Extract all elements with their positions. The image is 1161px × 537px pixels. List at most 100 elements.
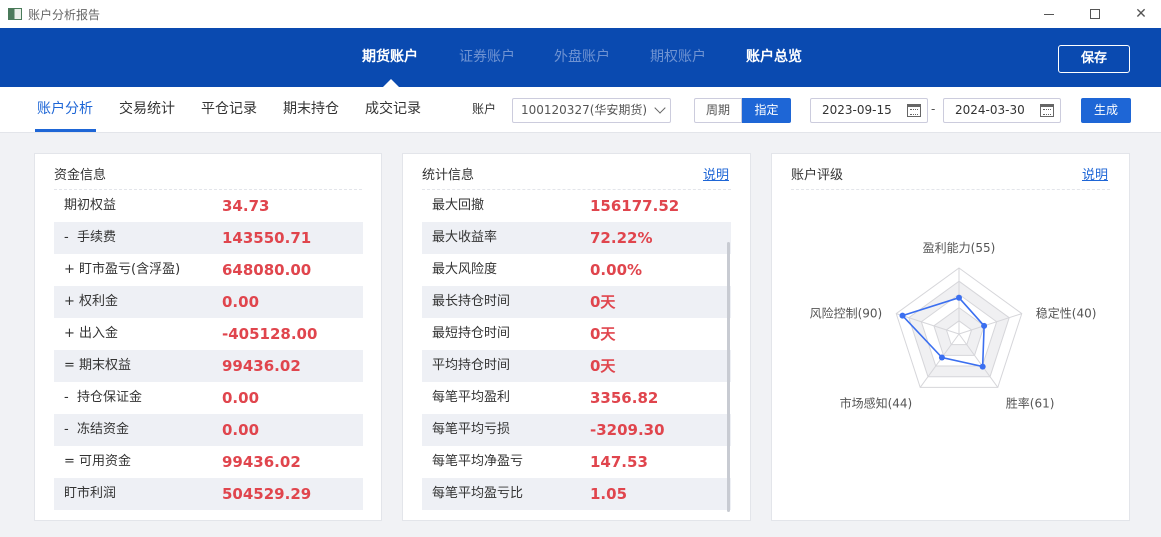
funds-row: - 持仓保证金 0.00 [54,382,363,414]
stats-row-value: 0天 [590,357,616,375]
radar-point [981,322,988,329]
stats-row-value: 1.05 [590,485,628,503]
funds-row-label: = 期末权益 [64,358,132,373]
start-date-value: 2023-09-15 [822,103,892,117]
stats-row: 最大收益率 72.22% [422,222,731,254]
maximize-icon [1090,9,1100,19]
funds-row-label: + 出入金 [64,326,119,341]
subtab-end-positions[interactable]: 期末持仓 [283,87,339,132]
card-header: 资金信息 [54,154,362,190]
account-label: 账户 [472,102,497,116]
rating-help-link[interactable]: 说明 [1082,164,1108,183]
tab-foreign-account[interactable]: 外盘账户 [554,28,610,87]
subtab-account-analysis[interactable]: 账户分析 [37,87,93,132]
subtab-trade-records[interactable]: 成交记录 [365,87,421,132]
radar-point [899,312,906,319]
funds-row-value: 99436.02 [222,357,301,375]
radar-axis-label: 盈利能力(55) [923,241,996,255]
calendar-icon[interactable] [1040,104,1054,117]
stats-row-label: 最大回撤 [432,198,485,213]
stats-scrollbar[interactable] [727,242,730,512]
funds-row-label: - 手续费 [64,230,116,245]
stats-row-value: -3209.30 [590,421,665,439]
stats-row: 每笔平均盈亏比 1.05 [422,478,731,510]
stats-card: 统计信息 说明 最大回撤 156177.52 最大收益率 72.22% 最大风险度 0.0… [402,153,751,521]
radar-point [938,354,945,361]
funds-row: - 手续费 143550.71 [54,222,363,254]
close-button[interactable]: ✕ [1118,0,1161,28]
tab-account-overview[interactable]: 账户总览 [746,28,802,87]
funds-card: 资金信息 期初权益 34.73 - 手续费 143550.71 + 盯市盈亏(含浮盈) 6… [34,153,382,521]
funds-row: - 冻结资金 0.00 [54,414,363,446]
save-button[interactable]: 保存 [1058,45,1130,73]
tab-options-account[interactable]: 期权账户 [650,28,706,87]
radar-axis-label: 风险控制(90) [810,306,883,321]
window-title: 账户分析报告 [28,7,101,22]
stats-row: 最大风险度 0.00% [422,254,731,286]
radar-axis-label: 市场感知(44) [840,395,913,410]
maximize-button[interactable] [1072,0,1118,28]
tab-securities-account[interactable]: 证券账户 [459,28,515,87]
period-toggle[interactable]: 周期 [694,98,742,123]
stats-row-value: 156177.52 [590,197,680,215]
stats-row-label: 最长持仓时间 [432,294,511,309]
radar-point [956,294,962,301]
app-icon [8,8,22,20]
funds-row: 盯市利润 504529.29 [54,478,363,510]
end-date-field[interactable]: 2024-03-30 [943,98,1061,123]
funds-row-value: 0.00 [222,389,260,407]
rating-card: 账户评级 说明 盈利能力(55) 稳定性(40) 胜率(61) 市场感知(44) 风险控… [771,153,1130,521]
start-date-field[interactable]: 2023-09-15 [810,98,928,123]
stats-row: 每笔平均亏损 -3209.30 [422,414,731,446]
subtab-close-records[interactable]: 平仓记录 [201,87,257,132]
stats-title: 统计信息 [422,168,475,183]
funds-row: = 期末权益 99436.02 [54,350,363,382]
account-select[interactable]: 100120327(华安期货) [512,98,671,123]
radar-axis-label: 胜率(61) [1006,395,1055,410]
funds-row-value: -405128.00 [222,325,318,343]
card-header: 统计信息 说明 [422,154,731,190]
funds-row-value: 34.73 [222,197,270,215]
stats-row: 最短持仓时间 0天 [422,318,731,350]
specify-toggle[interactable]: 指定 [742,98,791,123]
chevron-down-icon [654,102,666,114]
stats-row-label: 平均持仓时间 [432,358,511,373]
date-separator: - [931,102,936,116]
stats-list: 最大回撤 156177.52 最大收益率 72.22% 最大风险度 0.00% 最长持仓时间… [422,190,731,510]
funds-row-label: 期初权益 [64,198,117,213]
funds-row-value: 504529.29 [222,485,312,503]
stats-row-label: 最大收益率 [432,230,498,245]
generate-button[interactable]: 生成 [1081,98,1131,123]
radar-point [979,363,986,370]
close-icon: ✕ [1135,6,1147,22]
radar-axis-label: 稳定性(40) [1036,306,1097,321]
funds-row: + 权利金 0.00 [54,286,363,318]
calendar-icon[interactable] [907,104,921,117]
subtab-trade-stats[interactable]: 交易统计 [119,87,175,132]
stats-row-value: 0.00% [590,261,643,279]
main-nav: 期货账户 证券账户 外盘账户 期权账户 账户总览 保存 [0,28,1161,87]
rating-radar-chart: 盈利能力(55) 稳定性(40) 胜率(61) 市场感知(44) 风险控制(90) [810,241,1097,410]
stats-row-value: 147.53 [590,453,648,471]
funds-row-value: 0.00 [222,293,260,311]
stats-row: 每笔平均净盈亏 147.53 [422,446,731,478]
funds-row-label: 盯市利润 [64,486,117,501]
stats-row: 最大回撤 156177.52 [422,190,731,222]
stats-help-link[interactable]: 说明 [703,164,729,183]
stats-row-label: 每笔平均净盈亏 [432,454,524,469]
stats-row: 每笔平均盈利 3356.82 [422,382,731,414]
funds-row-label: = 可用资金 [64,454,132,469]
rating-title: 账户评级 [791,168,844,183]
funds-list: 期初权益 34.73 - 手续费 143550.71 + 盯市盈亏(含浮盈) 648080… [54,190,363,510]
minimize-icon [1044,13,1054,15]
funds-row-label: - 持仓保证金 [64,390,142,405]
stats-row-label: 每笔平均盈利 [432,390,511,405]
funds-row: + 盯市盈亏(含浮盈) 648080.00 [54,254,363,286]
active-tab-indicator [383,79,399,87]
funds-row-value: 0.00 [222,421,260,439]
minimize-button[interactable] [1026,0,1072,28]
funds-row-label: - 冻结资金 [64,422,129,437]
funds-row-value: 143550.71 [222,229,312,247]
funds-row-value: 648080.00 [222,261,312,279]
stats-row-value: 0天 [590,325,616,343]
